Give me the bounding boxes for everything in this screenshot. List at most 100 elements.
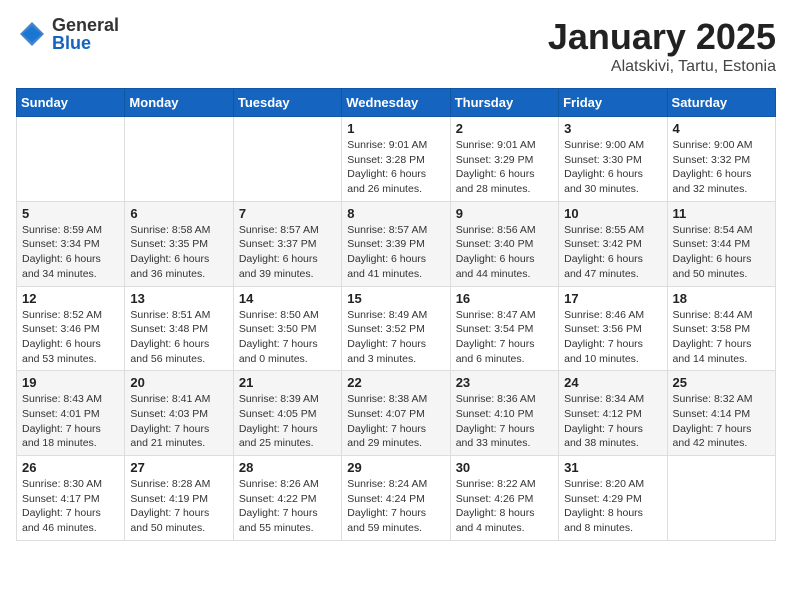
logo-icon (16, 18, 48, 50)
day-number: 23 (456, 375, 553, 390)
day-number: 18 (673, 291, 770, 306)
day-number: 26 (22, 460, 119, 475)
calendar-cell: 31Sunrise: 8:20 AM Sunset: 4:29 PM Dayli… (559, 456, 667, 541)
calendar-week-row: 1Sunrise: 9:01 AM Sunset: 3:28 PM Daylig… (17, 117, 776, 202)
calendar-cell: 1Sunrise: 9:01 AM Sunset: 3:28 PM Daylig… (342, 117, 450, 202)
calendar-cell: 29 Sunrise: 8:24 AM Sunset: 4:24 PM Dayli… (342, 456, 450, 541)
day-info: Sunrise: 8:26 AM Sunset: 4:22 PM Dayligh… (239, 477, 336, 536)
calendar-cell (125, 117, 233, 202)
calendar-cell: 18 Sunrise: 8:44 AM Sunset: 3:58 PM Dayli… (667, 286, 775, 371)
day-info: Sunrise: 8:44 AM Sunset: 3:58 PM Dayligh… (673, 308, 770, 367)
calendar-cell: 16 Sunrise: 8:47 AM Sunset: 3:54 PM Dayli… (450, 286, 558, 371)
calendar-cell: 24Sunrise: 8:34 AM Sunset: 4:12 PM Dayli… (559, 371, 667, 456)
calendar-cell: 9 Sunrise: 8:56 AM Sunset: 3:40 PM Daylig… (450, 201, 558, 286)
calendar-cell: 20 Sunrise: 8:41 AM Sunset: 4:03 PM Dayli… (125, 371, 233, 456)
day-info: Sunrise: 9:01 AM Sunset: 3:29 PM Dayligh… (456, 138, 553, 197)
day-info: Sunrise: 8:54 AM Sunset: 3:44 PM Dayligh… (673, 223, 770, 282)
calendar-table: SundayMondayTuesdayWednesdayThursdayFrid… (16, 88, 776, 541)
day-info: Sunrise: 8:59 AM Sunset: 3:34 PM Dayligh… (22, 223, 119, 282)
logo-general: General (52, 16, 119, 34)
logo-blue: Blue (52, 34, 119, 52)
day-number: 6 (130, 206, 227, 221)
day-number: 8 (347, 206, 444, 221)
calendar-cell: 2 Sunrise: 9:01 AM Sunset: 3:29 PM Daylig… (450, 117, 558, 202)
day-info: Sunrise: 8:28 AM Sunset: 4:19 PM Dayligh… (130, 477, 227, 536)
day-info: Sunrise: 8:39 AM Sunset: 4:05 PM Dayligh… (239, 392, 336, 451)
day-number: 10 (564, 206, 661, 221)
page-header: General Blue January 2025 Alatskivi, Tar… (16, 16, 776, 76)
calendar-cell: 14 Sunrise: 8:50 AM Sunset: 3:50 PM Dayli… (233, 286, 341, 371)
logo-text: General Blue (52, 16, 119, 52)
column-header-saturday: Saturday (667, 89, 775, 117)
calendar-cell: 28 Sunrise: 8:26 AM Sunset: 4:22 PM Dayli… (233, 456, 341, 541)
calendar-cell: 23 Sunrise: 8:36 AM Sunset: 4:10 PM Dayli… (450, 371, 558, 456)
calendar-cell: 12 Sunrise: 8:52 AM Sunset: 3:46 PM Dayli… (17, 286, 125, 371)
day-info: Sunrise: 8:24 AM Sunset: 4:24 PM Dayligh… (347, 477, 444, 536)
day-number: 11 (673, 206, 770, 221)
day-info: Sunrise: 8:43 AM Sunset: 4:01 PM Dayligh… (22, 392, 119, 451)
column-header-tuesday: Tuesday (233, 89, 341, 117)
calendar-cell: 8Sunrise: 8:57 AM Sunset: 3:39 PM Daylig… (342, 201, 450, 286)
calendar-cell: 30Sunrise: 8:22 AM Sunset: 4:26 PM Dayli… (450, 456, 558, 541)
day-info: Sunrise: 9:01 AM Sunset: 3:28 PM Dayligh… (347, 138, 444, 197)
calendar-week-row: 5 Sunrise: 8:59 AM Sunset: 3:34 PM Daylig… (17, 201, 776, 286)
day-info: Sunrise: 8:55 AM Sunset: 3:42 PM Dayligh… (564, 223, 661, 282)
day-info: Sunrise: 8:20 AM Sunset: 4:29 PM Dayligh… (564, 477, 661, 536)
day-number: 20 (130, 375, 227, 390)
day-info: Sunrise: 8:34 AM Sunset: 4:12 PM Dayligh… (564, 392, 661, 451)
day-number: 9 (456, 206, 553, 221)
calendar-cell: 19 Sunrise: 8:43 AM Sunset: 4:01 PM Dayli… (17, 371, 125, 456)
calendar-cell (667, 456, 775, 541)
day-info: Sunrise: 9:00 AM Sunset: 3:30 PM Dayligh… (564, 138, 661, 197)
day-number: 7 (239, 206, 336, 221)
day-number: 28 (239, 460, 336, 475)
day-info: Sunrise: 8:41 AM Sunset: 4:03 PM Dayligh… (130, 392, 227, 451)
calendar-cell: 22 Sunrise: 8:38 AM Sunset: 4:07 PM Dayli… (342, 371, 450, 456)
day-info: Sunrise: 8:32 AM Sunset: 4:14 PM Dayligh… (673, 392, 770, 451)
column-header-sunday: Sunday (17, 89, 125, 117)
day-info: Sunrise: 8:57 AM Sunset: 3:37 PM Dayligh… (239, 223, 336, 282)
day-number: 21 (239, 375, 336, 390)
calendar-cell: 21 Sunrise: 8:39 AM Sunset: 4:05 PM Dayli… (233, 371, 341, 456)
column-header-friday: Friday (559, 89, 667, 117)
day-number: 29 (347, 460, 444, 475)
day-number: 15 (347, 291, 444, 306)
day-number: 14 (239, 291, 336, 306)
day-info: Sunrise: 8:36 AM Sunset: 4:10 PM Dayligh… (456, 392, 553, 451)
calendar-cell: 27 Sunrise: 8:28 AM Sunset: 4:19 PM Dayli… (125, 456, 233, 541)
calendar-header-row: SundayMondayTuesdayWednesdayThursdayFrid… (17, 89, 776, 117)
day-number: 19 (22, 375, 119, 390)
day-number: 16 (456, 291, 553, 306)
day-info: Sunrise: 9:00 AM Sunset: 3:32 PM Dayligh… (673, 138, 770, 197)
calendar-cell: 3 Sunrise: 9:00 AM Sunset: 3:30 PM Daylig… (559, 117, 667, 202)
page-title: January 2025 (548, 16, 776, 58)
day-number: 22 (347, 375, 444, 390)
day-info: Sunrise: 8:52 AM Sunset: 3:46 PM Dayligh… (22, 308, 119, 367)
day-number: 2 (456, 121, 553, 136)
calendar-week-row: 12 Sunrise: 8:52 AM Sunset: 3:46 PM Dayli… (17, 286, 776, 371)
title-block: January 2025 Alatskivi, Tartu, Estonia (548, 16, 776, 76)
day-info: Sunrise: 8:51 AM Sunset: 3:48 PM Dayligh… (130, 308, 227, 367)
day-info: Sunrise: 8:56 AM Sunset: 3:40 PM Dayligh… (456, 223, 553, 282)
day-info: Sunrise: 8:30 AM Sunset: 4:17 PM Dayligh… (22, 477, 119, 536)
day-info: Sunrise: 8:38 AM Sunset: 4:07 PM Dayligh… (347, 392, 444, 451)
day-number: 17 (564, 291, 661, 306)
day-info: Sunrise: 8:47 AM Sunset: 3:54 PM Dayligh… (456, 308, 553, 367)
day-info: Sunrise: 8:46 AM Sunset: 3:56 PM Dayligh… (564, 308, 661, 367)
column-header-wednesday: Wednesday (342, 89, 450, 117)
calendar-cell: 13Sunrise: 8:51 AM Sunset: 3:48 PM Dayli… (125, 286, 233, 371)
day-number: 25 (673, 375, 770, 390)
calendar-cell: 15 Sunrise: 8:49 AM Sunset: 3:52 PM Dayli… (342, 286, 450, 371)
logo: General Blue (16, 16, 119, 52)
day-number: 3 (564, 121, 661, 136)
calendar-cell: 11 Sunrise: 8:54 AM Sunset: 3:44 PM Dayli… (667, 201, 775, 286)
calendar-cell: 17 Sunrise: 8:46 AM Sunset: 3:56 PM Dayli… (559, 286, 667, 371)
calendar-cell (233, 117, 341, 202)
calendar-cell: 6Sunrise: 8:58 AM Sunset: 3:35 PM Daylig… (125, 201, 233, 286)
day-number: 12 (22, 291, 119, 306)
calendar-week-row: 19 Sunrise: 8:43 AM Sunset: 4:01 PM Dayli… (17, 371, 776, 456)
day-info: Sunrise: 8:50 AM Sunset: 3:50 PM Dayligh… (239, 308, 336, 367)
day-info: Sunrise: 8:49 AM Sunset: 3:52 PM Dayligh… (347, 308, 444, 367)
day-number: 27 (130, 460, 227, 475)
day-number: 5 (22, 206, 119, 221)
